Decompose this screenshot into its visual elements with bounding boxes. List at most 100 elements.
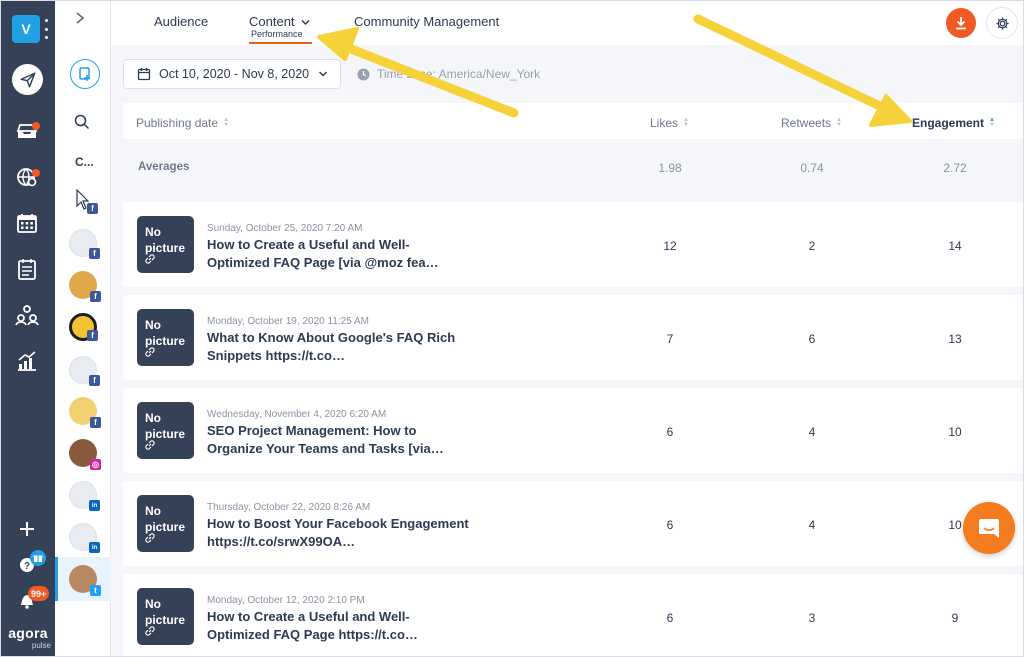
profile-avatar[interactable]: f [69, 356, 100, 386]
tab-community-management[interactable]: Community Management [354, 14, 499, 29]
tab-audience[interactable]: Audience [154, 14, 208, 29]
post-retweets: 4 [808, 518, 816, 532]
thumb-label: No picture [145, 597, 186, 627]
facebook-icon: f [89, 248, 100, 259]
link-icon [145, 440, 155, 450]
column-engagement[interactable]: Engagement ▲ ▼ [912, 116, 995, 130]
avg-retweets: 0.74 [800, 161, 824, 175]
linkedin-icon: in [89, 500, 100, 511]
profile-avatar[interactable]: f [69, 271, 101, 302]
column-publishing-date[interactable]: Publishing date ▲ ▼ [136, 116, 229, 130]
column-label: Publishing date [136, 116, 219, 130]
chat-icon [979, 519, 999, 538]
tab-content-label: Content [249, 14, 295, 29]
team-nav-item[interactable] [10, 298, 44, 332]
publish-nav-item[interactable] [12, 64, 43, 95]
profile-search-icon[interactable] [74, 114, 90, 135]
profile-group-label[interactable]: C... [75, 155, 94, 169]
table-row[interactable]: No picture Monday, October 19, 2020 11:2… [123, 295, 1023, 380]
add-icon [20, 522, 34, 536]
add-profile-icon [79, 67, 90, 81]
tab-content[interactable]: Content [249, 14, 310, 29]
profiles-column: C... f f f f f f ◎ in in t [55, 1, 111, 656]
profile-avatar[interactable]: in [69, 481, 100, 511]
profile-avatar[interactable]: f [69, 397, 101, 428]
calendar-nav-item[interactable] [10, 206, 44, 240]
agorapulse-logo[interactable]: agora [1, 625, 55, 641]
column-likes[interactable]: Likes ▲ ▼ [650, 116, 689, 130]
top-navigation: Audience Content Performance Community M… [111, 1, 1023, 45]
avg-likes: 1.98 [658, 161, 682, 175]
twitter-icon: t [90, 585, 101, 596]
report-list-icon [18, 259, 36, 280]
post-date: Thursday, October 22, 2020 8:26 AM [207, 502, 371, 513]
profile-avatar[interactable]: f [69, 229, 100, 259]
linkedin-icon: in [89, 542, 100, 553]
calendar-small-icon [137, 68, 151, 81]
post-title[interactable]: How to Create a Useful and Well-Optimize… [207, 608, 469, 644]
column-label: Engagement [912, 116, 985, 130]
avg-engagement: 2.72 [943, 161, 967, 175]
inbox-unread-dot [32, 122, 40, 130]
analytics-icon [18, 351, 36, 371]
tab-content-sublabel: Performance [251, 29, 303, 39]
workspace-menu-icon[interactable] [44, 19, 48, 39]
post-retweets: 6 [808, 332, 816, 346]
monitor-nav-item[interactable] [10, 160, 44, 194]
link-icon [145, 254, 155, 264]
post-title[interactable]: What to Know About Google's FAQ Rich Sni… [207, 329, 469, 365]
gear-icon [995, 16, 1009, 30]
profile-avatar[interactable]: in [69, 523, 100, 553]
add-nav-item[interactable] [10, 512, 44, 546]
expand-chevron-icon[interactable] [75, 11, 85, 28]
clock-icon [357, 68, 370, 80]
table-row[interactable]: No picture Thursday, October 22, 2020 8:… [123, 481, 1023, 566]
post-date: Monday, October 12, 2020 2:10 PM [207, 595, 365, 606]
post-likes: 12 [663, 239, 677, 253]
table-row[interactable]: No picture Wednesday, November 4, 2020 6… [123, 388, 1023, 473]
facebook-icon: f [87, 203, 98, 214]
download-icon [956, 17, 966, 30]
link-icon [145, 626, 155, 636]
post-thumbnail: No picture [137, 402, 194, 459]
averages-row: Averages 1.98 0.74 2.72 [123, 141, 1023, 191]
cursor-profile[interactable]: f [75, 188, 98, 216]
post-date: Monday, October 19, 2020 11:25 AM [207, 316, 369, 327]
post-engagement: 14 [948, 239, 962, 253]
table-header: Publishing date ▲ ▼ Likes ▲ ▼ Retweets ▲ ▼ … [123, 103, 1023, 139]
post-title[interactable]: SEO Project Management: How to Organize … [207, 422, 469, 458]
inbox-nav-item[interactable] [10, 113, 44, 147]
thumb-label: No picture [145, 504, 186, 534]
post-title[interactable]: How to Create a Useful and Well-Optimize… [207, 236, 469, 272]
reports-nav-item[interactable] [10, 252, 44, 286]
post-likes: 7 [666, 332, 674, 346]
profile-avatar-selected[interactable]: t [69, 565, 101, 596]
facebook-icon: f [90, 417, 101, 428]
chevron-down-icon [301, 19, 310, 26]
table-row[interactable]: No picture Monday, October 12, 2020 2:10… [123, 574, 1023, 656]
settings-button[interactable] [986, 7, 1018, 39]
support-chat-button[interactable] [963, 502, 1015, 554]
profile-avatar[interactable]: f [69, 313, 98, 341]
workspace-switcher[interactable]: V [12, 15, 40, 43]
thumb-label: No picture [145, 411, 186, 441]
sort-active-icon: ▲ ▼ [989, 117, 995, 128]
post-title[interactable]: How to Boost Your Facebook Engagement ht… [207, 515, 469, 551]
post-engagement: 9 [951, 611, 959, 625]
post-engagement: 13 [948, 332, 962, 346]
agorapulse-logo-sub: pulse [31, 641, 51, 650]
date-range-picker[interactable]: Oct 10, 2020 - Nov 8, 2020 [123, 59, 341, 89]
post-likes: 6 [666, 611, 674, 625]
profile-avatar[interactable]: ◎ [69, 439, 101, 470]
svg-text:?: ? [24, 561, 30, 572]
post-likes: 6 [666, 425, 674, 439]
column-retweets[interactable]: Retweets ▲ ▼ [781, 116, 842, 130]
download-button[interactable] [946, 8, 976, 38]
monitor-alert-dot [32, 169, 40, 177]
active-tab-underline [249, 42, 312, 44]
main-sidebar: V ? 99+ agora pulse [1, 1, 55, 656]
post-likes: 6 [666, 518, 674, 532]
add-profile-button[interactable] [70, 59, 100, 89]
analytics-nav-item[interactable] [10, 344, 44, 378]
table-row[interactable]: No picture Sunday, October 25, 2020 7:20… [123, 202, 1023, 287]
